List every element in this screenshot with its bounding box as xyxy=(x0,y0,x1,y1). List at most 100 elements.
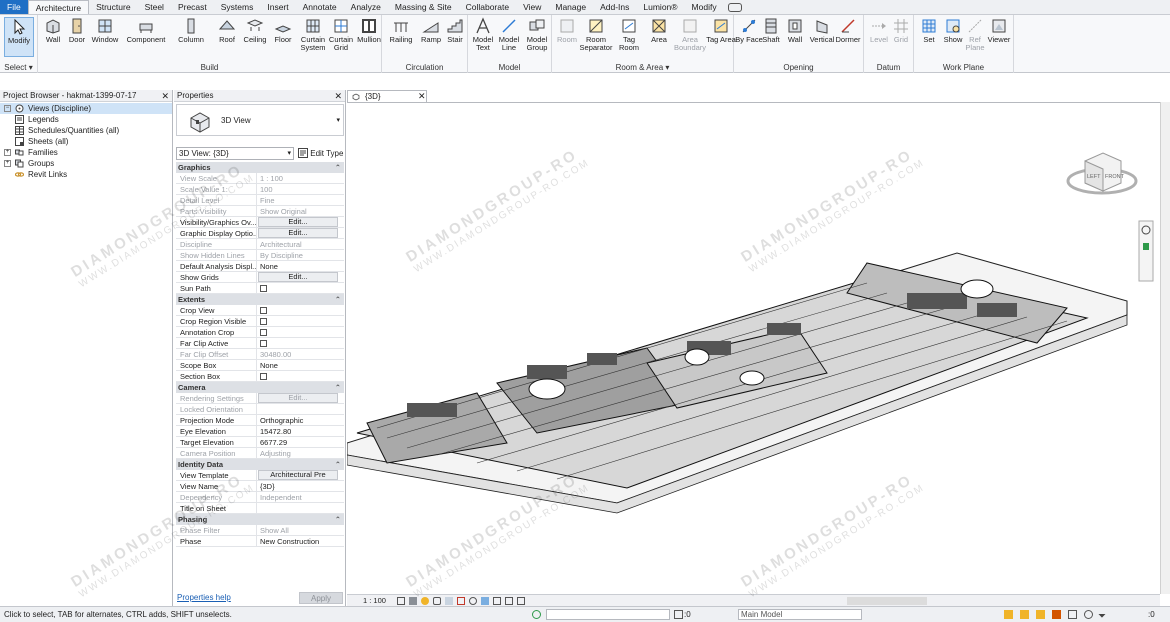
component-button[interactable]: Component xyxy=(126,17,166,44)
tab-steel[interactable]: Steel xyxy=(138,0,171,14)
prop-value[interactable]: Adjusting xyxy=(258,448,338,459)
section-box-checkbox[interactable] xyxy=(260,373,267,380)
type-selector[interactable]: 3D View ▾ xyxy=(176,104,344,136)
prop-value[interactable]: Orthographic xyxy=(258,415,338,426)
tab-view[interactable]: View xyxy=(516,0,548,14)
vis-graphics-edit-button[interactable]: Edit... xyxy=(258,217,338,227)
model-line-button[interactable]: Model Line xyxy=(494,17,524,52)
select-pinned-icon[interactable] xyxy=(1036,610,1045,619)
prop-value[interactable]: New Construction xyxy=(258,536,338,547)
graphic-display-edit-button[interactable]: Edit... xyxy=(258,228,338,238)
select-links-icon[interactable] xyxy=(1004,610,1013,619)
annotation-crop-checkbox[interactable] xyxy=(260,329,267,336)
viewer-button[interactable]: Viewer xyxy=(984,17,1014,44)
tab-file[interactable]: File xyxy=(0,0,28,14)
tab-architecture[interactable]: Architecture xyxy=(27,0,90,14)
viewcube-left-label[interactable]: LEFT xyxy=(1087,174,1101,180)
railing-button[interactable]: Railing xyxy=(386,17,416,44)
room-separator-button[interactable]: Room Separator xyxy=(578,17,614,52)
visual-style-icon[interactable] xyxy=(409,597,417,605)
detail-level-icon[interactable] xyxy=(397,597,405,605)
far-clip-checkbox[interactable] xyxy=(260,340,267,347)
tab-lumion[interactable]: Lumion® xyxy=(636,0,684,14)
expand-icon[interactable]: + xyxy=(4,149,11,156)
prop-value[interactable]: None xyxy=(258,360,338,371)
tab-modify[interactable]: Modify xyxy=(685,0,724,14)
tag-room-button[interactable]: Tag Room xyxy=(614,17,644,52)
mullion-button[interactable]: Mullion xyxy=(354,17,384,44)
grid-button[interactable]: Grid xyxy=(886,17,916,44)
worksets-icon[interactable] xyxy=(532,610,541,619)
model-group-button[interactable]: Model Group xyxy=(522,17,552,52)
select-by-face-icon[interactable] xyxy=(1052,610,1061,619)
design-option-dropdown[interactable]: Main Model xyxy=(738,609,862,620)
drag-elements-icon[interactable] xyxy=(1068,610,1077,619)
viewcube-front-label[interactable]: FRONT xyxy=(1105,174,1125,180)
door-button[interactable]: Door xyxy=(62,17,92,44)
edit-type-button[interactable]: Edit Type xyxy=(298,147,343,160)
tree-item-schedules[interactable]: Schedules/Quantities (all) xyxy=(0,125,172,136)
lock-view-icon[interactable] xyxy=(469,597,477,605)
dormer-button[interactable]: Dormer xyxy=(832,17,864,44)
shadows-icon[interactable] xyxy=(433,597,441,605)
curtain-grid-button[interactable]: Curtain Grid xyxy=(326,17,356,52)
section-identity[interactable]: Identity Data ⌃ xyxy=(176,459,344,470)
area-boundary-button[interactable]: Area Boundary xyxy=(672,17,708,52)
filter-icon[interactable]: ⏷ xyxy=(1098,609,1106,622)
tree-item-legends[interactable]: Legends xyxy=(0,114,172,125)
modify-button[interactable]: Modify xyxy=(4,17,34,57)
rendering-edit-button[interactable]: Edit... xyxy=(258,393,338,403)
crop-region-checkbox[interactable] xyxy=(260,318,267,325)
ceiling-button[interactable]: Ceiling xyxy=(240,17,270,44)
window-button[interactable]: Window xyxy=(90,17,120,44)
select-dropdown[interactable]: Select ▾ xyxy=(0,63,37,72)
prop-value[interactable]: None xyxy=(258,261,338,272)
tag-area-button[interactable]: Tag Area xyxy=(706,17,736,44)
prop-value[interactable]: 1 : 100 xyxy=(258,173,338,184)
prop-value[interactable]: Fine xyxy=(258,195,338,206)
tab-structure[interactable]: Structure xyxy=(89,0,138,14)
title-on-sheet-field[interactable] xyxy=(258,503,338,514)
section-camera[interactable]: Camera ⌃ xyxy=(176,382,344,393)
stair-button[interactable]: Stair xyxy=(440,17,470,44)
crop-view-checkbox[interactable] xyxy=(260,307,267,314)
editable-only-icon[interactable] xyxy=(674,610,683,619)
prop-value[interactable]: 6677.29 xyxy=(258,437,338,448)
apply-button[interactable]: Apply xyxy=(299,592,343,604)
sun-path-icon[interactable] xyxy=(421,597,429,605)
instance-selector[interactable]: 3D View: {3D} ▾ xyxy=(176,147,294,160)
prop-value[interactable]: Independent xyxy=(258,492,338,503)
render-icon[interactable] xyxy=(445,597,453,605)
expand-icon[interactable]: + xyxy=(4,160,11,167)
prop-value[interactable]: 30480.00 xyxy=(258,349,338,360)
tab-analyze[interactable]: Analyze xyxy=(344,0,388,14)
tree-item-views[interactable]: − Views (Discipline) xyxy=(0,103,172,114)
section-phasing[interactable]: Phasing ⌃ xyxy=(176,514,344,525)
prop-value[interactable]: By Discipline xyxy=(258,250,338,261)
tab-precast[interactable]: Precast xyxy=(171,0,214,14)
tab-add-ins[interactable]: Add-Ins xyxy=(593,0,636,14)
close-icon[interactable]: ✕ xyxy=(161,90,169,102)
view-template-button[interactable]: Architectural Pre xyxy=(258,470,338,480)
tab-insert[interactable]: Insert xyxy=(260,0,295,14)
tab-collaborate[interactable]: Collaborate xyxy=(459,0,516,14)
sun-path-checkbox[interactable] xyxy=(260,285,267,292)
tree-item-groups[interactable]: + Groups xyxy=(0,158,172,169)
roof-button[interactable]: Roof xyxy=(212,17,242,44)
view-tab-3d[interactable]: {3D} ✕ xyxy=(347,90,427,102)
drawing-canvas[interactable]: LEFT FRONT xyxy=(346,102,1160,594)
show-grids-edit-button[interactable]: Edit... xyxy=(258,272,338,282)
close-icon[interactable]: ✕ xyxy=(418,91,426,102)
reveal-hidden-icon[interactable] xyxy=(493,597,501,605)
prop-value[interactable]: Architectural xyxy=(258,239,338,250)
tab-manage[interactable]: Manage xyxy=(548,0,593,14)
room-area-group-label[interactable]: Room & Area ▾ xyxy=(552,63,733,72)
tab-systems[interactable]: Systems xyxy=(214,0,261,14)
tab-annotate[interactable]: Annotate xyxy=(296,0,344,14)
ribbon-options-icon[interactable] xyxy=(727,2,742,12)
constraints-icon[interactable] xyxy=(517,597,525,605)
close-icon[interactable]: ✕ xyxy=(334,90,342,102)
vertical-scrollbar[interactable] xyxy=(1160,102,1170,594)
properties-help-link[interactable]: Properties help xyxy=(177,593,231,602)
horizontal-scrollbar[interactable] xyxy=(847,597,927,605)
